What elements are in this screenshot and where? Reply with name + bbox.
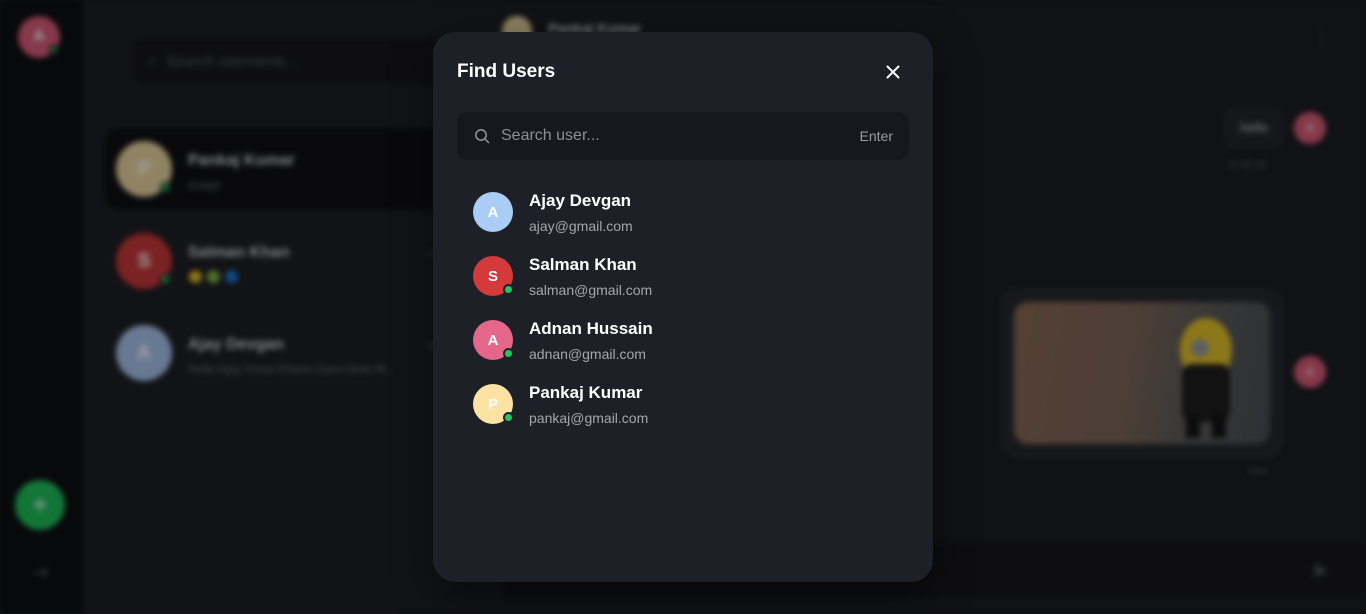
user-email: salman@gmail.com [529,282,653,298]
user-name: Ajay Devgan [529,191,632,210]
user-result-item[interactable]: P Pankaj Kumar pankaj@gmail.com [457,372,909,436]
user-name: Pankaj Kumar [529,383,643,402]
online-indicator [503,348,514,359]
user-search-input[interactable] [501,112,860,160]
user-results-list: A Ajay Devgan ajay@gmail.com S Salman Khan sa… [457,180,909,436]
user-result-item[interactable]: A Adnan Hussain adnan@gmail.com [457,308,909,372]
modal-title: Find Users [457,61,556,82]
enter-hint[interactable]: Enter [860,128,893,144]
close-icon [886,65,900,79]
user-email: ajay@gmail.com [529,218,633,234]
user-avatar: P [473,384,514,424]
user-name: Adnan Hussain [529,319,653,338]
user-avatar: S [473,256,514,296]
user-avatar-initial: A [487,203,499,221]
user-avatar-initial: S [487,267,498,285]
close-button[interactable] [881,60,905,84]
user-search-box: Enter [457,112,909,160]
user-email: pankaj@gmail.com [529,410,649,426]
user-avatar: A [473,320,514,360]
user-result-item[interactable]: A Ajay Devgan ajay@gmail.com [457,180,909,244]
app: A + ⇥ ⌕ Search username... P Pankaj Kumar… [0,0,1366,614]
find-users-modal: Find Users Enter A Ajay Devgan ajay@gmail.… [433,32,933,582]
user-avatar-initial: A [487,331,499,349]
user-email: adnan@gmail.com [529,346,646,362]
user-name: Salman Khan [529,255,637,274]
search-icon [473,127,491,145]
user-result-item[interactable]: S Salman Khan salman@gmail.com [457,244,909,308]
online-indicator [503,412,514,423]
online-indicator [503,284,514,295]
user-avatar-initial: P [487,395,498,413]
user-avatar: A [473,192,513,232]
